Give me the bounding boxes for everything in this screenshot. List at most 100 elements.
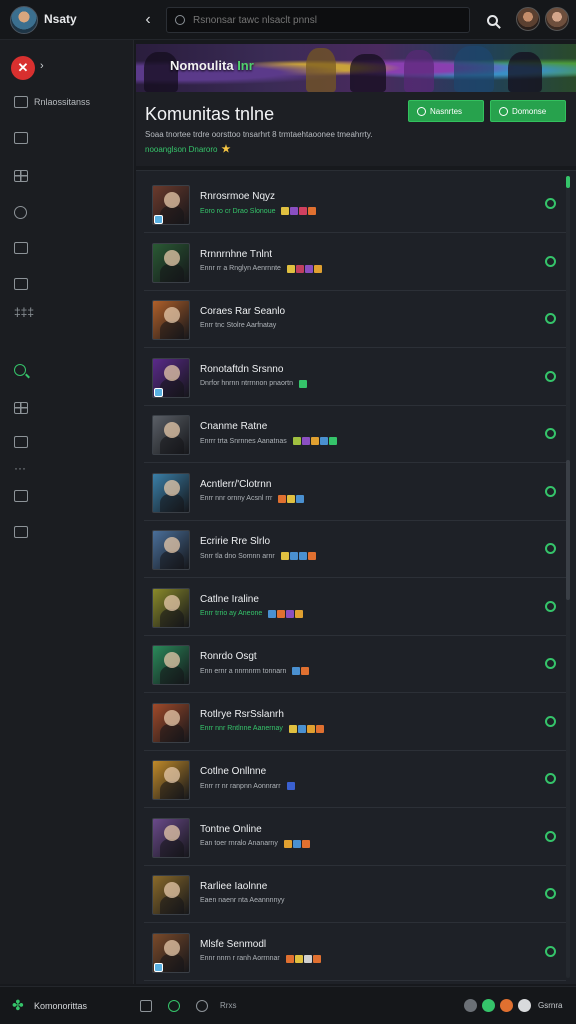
- game-icon[interactable]: [292, 667, 301, 675]
- member-name[interactable]: Rarliee Iaolnne: [200, 881, 267, 892]
- game-icon[interactable]: [286, 782, 295, 790]
- profile-avatar[interactable]: [10, 6, 38, 34]
- search-button[interactable]: [480, 8, 504, 32]
- status-dot-icon[interactable]: [500, 999, 513, 1012]
- game-icon[interactable]: [299, 379, 307, 388]
- game-icon[interactable]: [319, 437, 328, 445]
- member-row[interactable]: Tontne Online Ean toer rnralo Ananarny: [144, 810, 566, 866]
- sidebar-item[interactable]: [14, 170, 28, 182]
- game-icon[interactable]: [292, 437, 301, 445]
- member-avatar[interactable]: [152, 702, 190, 743]
- bottom-bar-label[interactable]: Komonorittas: [34, 1001, 87, 1011]
- game-icon[interactable]: [292, 839, 301, 848]
- sidebar-item[interactable]: [14, 132, 28, 144]
- game-icon[interactable]: [288, 724, 297, 733]
- game-icon[interactable]: [290, 207, 299, 215]
- member-name[interactable]: Rotlrye RsrSslanrh: [200, 709, 284, 720]
- game-icon[interactable]: [308, 207, 317, 215]
- create-button[interactable]: Domonse: [490, 100, 566, 122]
- member-avatar[interactable]: [152, 875, 190, 915]
- member-name[interactable]: Coraes Rar Seanlo: [200, 306, 285, 317]
- member-name[interactable]: Cnanme Ratne: [200, 421, 267, 432]
- sidebar-item[interactable]: ···: [14, 462, 26, 474]
- member-avatar[interactable]: [152, 415, 190, 455]
- member-row[interactable]: Rarliee Iaolnne Eaen naenr nta Aeannnnyy: [144, 867, 566, 923]
- member-avatar[interactable]: [152, 645, 190, 685]
- game-icon[interactable]: [294, 954, 303, 963]
- game-icon[interactable]: [281, 207, 290, 215]
- community-logo-icon[interactable]: ✤: [12, 997, 28, 1013]
- game-icon[interactable]: [299, 207, 308, 215]
- back-button[interactable]: ‹: [136, 8, 160, 32]
- game-icon[interactable]: [280, 552, 289, 560]
- member-name[interactable]: Rrnnrnhne Tnlnt: [200, 249, 272, 260]
- sidebar-item[interactable]: [14, 436, 28, 448]
- member-name[interactable]: Ecririe Rre Slrlo: [200, 536, 270, 547]
- user-avatar[interactable]: [545, 7, 569, 31]
- sidebar-item[interactable]: [14, 364, 26, 376]
- game-icon[interactable]: [310, 437, 319, 445]
- scrollbar[interactable]: [566, 176, 570, 978]
- member-row[interactable]: Cnanme Ratne Enrrr trta Snrnnes Aanatnas: [144, 407, 566, 463]
- game-icon[interactable]: [285, 954, 294, 963]
- status-dot-icon[interactable]: [482, 999, 495, 1012]
- game-icon[interactable]: [303, 954, 312, 963]
- game-icon[interactable]: [304, 264, 313, 273]
- member-name[interactable]: Ronotaftdn Srsnno: [200, 364, 283, 375]
- member-row[interactable]: Ecririe Rre Slrlo Snrr tla dno Somnn arnr: [144, 522, 566, 578]
- member-avatar[interactable]: [152, 472, 190, 513]
- member-row[interactable]: Rrnnrnhne Tnlnt Ennr rr a Rnglyn Aenrnnte: [144, 235, 566, 291]
- game-icon[interactable]: [277, 609, 286, 618]
- member-row[interactable]: Ronotaftdn Srsnno Dnrfor hnrnn ntrrnnon p…: [144, 350, 566, 406]
- game-icon[interactable]: [298, 552, 307, 560]
- member-row[interactable]: Coraes Rar Seanlo Enrr tnc Stolre Aarfnat…: [144, 292, 566, 348]
- game-icon[interactable]: [328, 437, 337, 445]
- member-name[interactable]: Catlne Iraline: [200, 594, 259, 605]
- search-input[interactable]: [193, 14, 453, 26]
- game-icon[interactable]: [289, 552, 298, 560]
- brand-chevron-icon[interactable]: ›: [40, 60, 44, 72]
- user-avatar[interactable]: [516, 7, 540, 31]
- member-avatar[interactable]: [152, 530, 190, 570]
- member-row[interactable]: Mlsfe Senmodl Ennr nnrn r ranh Aorrnnar: [144, 925, 566, 981]
- game-icon[interactable]: [268, 609, 277, 618]
- member-name[interactable]: Acntlerr/'Clotrnn: [200, 479, 271, 490]
- member-row[interactable]: Ronrdo Osgt Enn ernr a nnrnnrm tonnarn: [144, 637, 566, 693]
- settings-icon[interactable]: [196, 1000, 208, 1012]
- member-avatar[interactable]: [152, 760, 190, 800]
- sidebar-item[interactable]: [14, 206, 27, 219]
- member-row[interactable]: Cotlne Onllnne Enrr rr nr ranpnn Aonnrarr: [144, 752, 566, 808]
- scroll-thumb-secondary[interactable]: [566, 460, 570, 600]
- sidebar-item[interactable]: Rnlaossitanss: [14, 96, 90, 108]
- chat-icon[interactable]: [168, 1000, 180, 1012]
- game-icon[interactable]: [295, 264, 304, 273]
- game-icon[interactable]: [287, 494, 296, 503]
- game-icon[interactable]: [295, 609, 304, 618]
- game-icon[interactable]: [286, 264, 295, 273]
- member-name[interactable]: Tontne Online: [200, 824, 262, 835]
- member-name[interactable]: Cotlne Onllnne: [200, 766, 266, 777]
- bottom-bar-right-label[interactable]: Gsrnra: [538, 1001, 562, 1010]
- sidebar-item[interactable]: [14, 526, 28, 538]
- game-icon[interactable]: [307, 552, 316, 560]
- status-dot-icon[interactable]: [518, 999, 531, 1012]
- game-icon[interactable]: [313, 264, 322, 273]
- brand-logo-icon[interactable]: ✕: [11, 56, 35, 80]
- member-name[interactable]: Rnrosrmoe Nqyz: [200, 191, 275, 202]
- game-icon[interactable]: [306, 724, 315, 733]
- game-icon[interactable]: [297, 724, 306, 733]
- game-icon[interactable]: [301, 667, 310, 675]
- game-icon[interactable]: [301, 437, 310, 445]
- member-avatar[interactable]: [152, 587, 190, 628]
- sidebar-item[interactable]: [14, 402, 28, 414]
- sidebar-item[interactable]: [14, 278, 28, 290]
- game-icon[interactable]: [315, 724, 324, 733]
- game-icon[interactable]: [312, 954, 321, 963]
- game-icon[interactable]: [286, 609, 295, 618]
- scroll-thumb[interactable]: [566, 176, 570, 188]
- search-bar[interactable]: [166, 7, 470, 33]
- game-icon[interactable]: [296, 494, 305, 503]
- sidebar-item[interactable]: ‡‡‡: [14, 306, 34, 318]
- member-avatar[interactable]: [152, 242, 190, 283]
- member-avatar[interactable]: [152, 817, 190, 858]
